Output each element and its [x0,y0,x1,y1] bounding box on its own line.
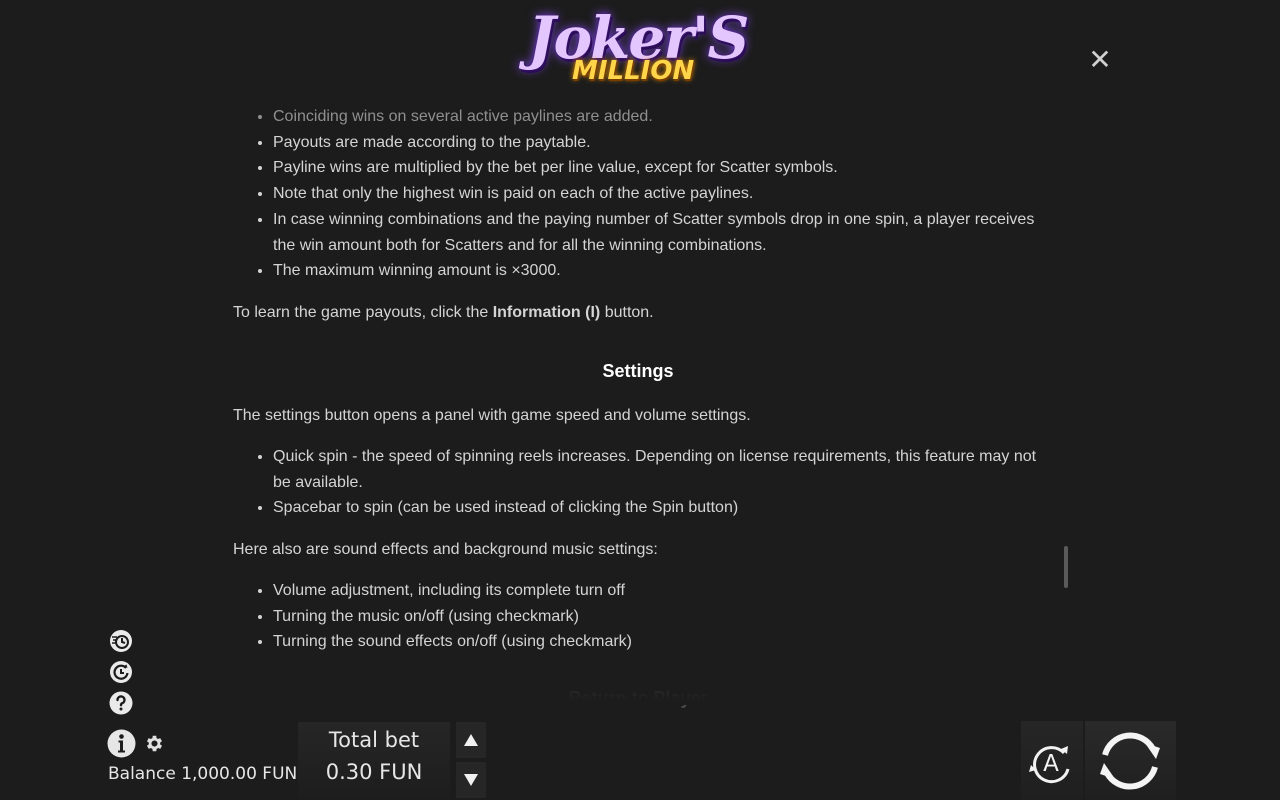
bet-down-icon [464,774,478,786]
sound-list: Volume adjustment, including its complet… [233,578,1043,655]
help-button[interactable] [109,691,133,715]
information-button-reference: Information (I) [492,303,601,321]
turbo-button[interactable] [109,629,133,653]
close-button[interactable]: ✕ [1086,46,1114,74]
settings-button[interactable] [144,733,165,754]
list-item: Turning the sound effects on/off (using … [273,629,1043,655]
scrollbar-thumb[interactable] [1064,546,1068,588]
list-item: Note that only the highest win is paid o… [273,181,1043,207]
history-icon [110,661,132,683]
logo-subtitle: MILLION [572,56,695,86]
payouts-paragraph: To learn the game payouts, click the Inf… [233,303,654,321]
spin-icon [1100,732,1160,790]
autoplay-icon: A [1029,746,1070,784]
bet-increase-button[interactable] [456,722,486,758]
bet-decrease-button[interactable] [456,762,486,798]
list-item: In case winning combinations and the pay… [273,207,1043,258]
total-bet-label: Total bet [328,728,420,752]
autoplay-label: A [1043,751,1059,777]
autoplay-button[interactable]: A [1021,721,1083,800]
settings-heading: Settings [602,360,674,381]
gear-icon [146,735,163,752]
sound-intro: Here also are sound effects and backgrou… [233,541,658,559]
settings-intro: The settings button opens a panel with g… [233,407,751,425]
close-icon: ✕ [1088,44,1112,75]
total-bet-value: 0.30 FUN [325,760,423,784]
list-item: Payline wins are multiplied by the bet p… [273,155,1043,181]
total-bet-panel: Total bet 0.30 FUN [298,722,450,800]
list-item: Volume adjustment, including its complet… [273,578,1043,604]
list-item: Payouts are made according to the paytab… [273,130,1043,156]
list-item: Turning the music on/off (using checkmar… [273,604,1043,630]
help-content[interactable]: Coinciding wins on several active paylin… [233,100,1043,700]
game-logo: Joker'S MILLION [520,4,760,96]
paylines-list: Coinciding wins on several active paylin… [233,104,1043,284]
info-button[interactable] [107,729,136,758]
help-icon [109,691,133,715]
content-fade [233,660,1043,705]
spin-button[interactable] [1085,721,1176,800]
history-button[interactable] [109,660,133,684]
list-item: Quick spin - the speed of spinning reels… [273,444,1043,495]
list-item: Coinciding wins on several active paylin… [273,104,1043,130]
bet-up-icon [464,734,478,746]
turbo-icon [110,630,132,652]
info-icon [107,729,136,758]
settings-list: Quick spin - the speed of spinning reels… [233,444,1043,521]
list-item: The maximum winning amount is ×3000. [273,258,1043,284]
list-item: Spacebar to spin (can be used instead of… [273,495,1043,521]
balance-display: Balance 1,000.00 FUN [108,764,298,784]
